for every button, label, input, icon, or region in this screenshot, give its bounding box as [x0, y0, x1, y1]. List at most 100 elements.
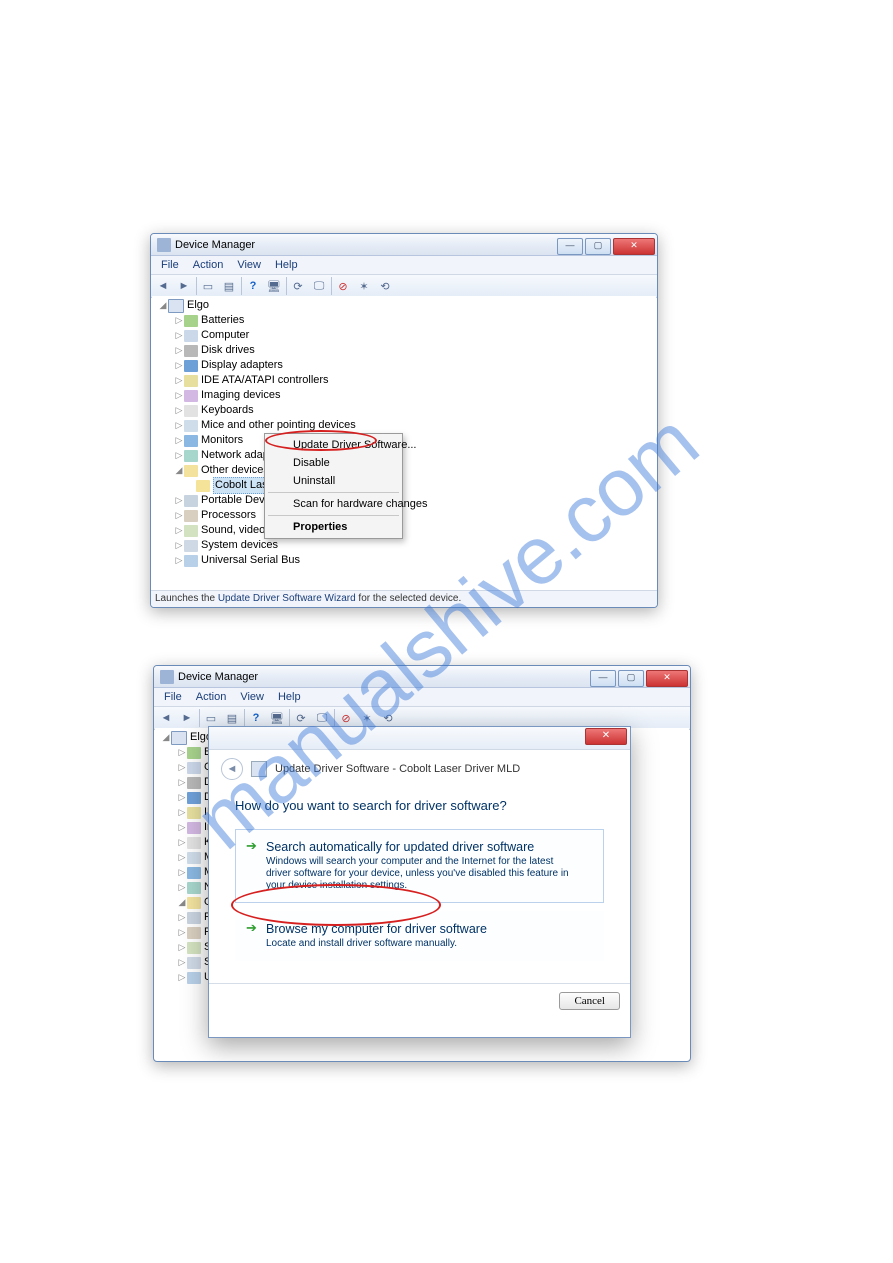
titlebar[interactable]: Device Manager — ▢ ✕ — [154, 666, 690, 688]
tree-item[interactable]: Monitors — [201, 433, 243, 448]
expand-icon[interactable]: ▷ — [177, 970, 187, 985]
tree-item[interactable]: Disk drives — [201, 343, 255, 358]
ctx-uninstall[interactable]: Uninstall — [267, 472, 400, 490]
tree-item[interactable]: Processors — [201, 508, 256, 523]
forward-button[interactable]: ► — [174, 277, 195, 295]
expand-icon[interactable]: ▷ — [177, 820, 187, 835]
close-button[interactable]: ✕ — [585, 728, 627, 745]
help-icon[interactable]: ? — [246, 709, 267, 727]
tree-item[interactable]: Mice and other pointing devices — [201, 418, 356, 433]
expand-icon[interactable]: ▷ — [177, 835, 187, 850]
ctx-update-driver[interactable]: Update Driver Software... — [267, 436, 400, 454]
expand-icon[interactable]: ▷ — [177, 925, 187, 940]
dialog-titlebar[interactable]: ✕ — [209, 727, 630, 750]
expand-icon[interactable]: ▷ — [177, 910, 187, 925]
scan-hw-icon[interactable]: ⟲ — [375, 277, 396, 295]
expand-icon[interactable]: ▷ — [174, 418, 184, 433]
expand-icon[interactable]: ▷ — [177, 955, 187, 970]
scan-icon[interactable]: 🖥 — [267, 709, 288, 727]
expand-icon[interactable]: ▷ — [177, 760, 187, 775]
expand-icon[interactable]: ▷ — [174, 448, 184, 463]
properties-icon[interactable]: ▤ — [219, 277, 240, 295]
back-icon[interactable]: ◄ — [221, 758, 243, 780]
expand-icon[interactable]: ▷ — [177, 745, 187, 760]
expand-icon[interactable]: ▷ — [174, 493, 184, 508]
ctx-scan[interactable]: Scan for hardware changes — [267, 495, 400, 513]
disable-icon[interactable]: ⊘ — [333, 277, 354, 295]
expand-icon[interactable]: ▷ — [174, 313, 184, 328]
tree-item[interactable]: Computer — [201, 328, 249, 343]
expand-icon[interactable]: ▷ — [174, 433, 184, 448]
back-button[interactable]: ◄ — [156, 709, 177, 727]
enable-icon[interactable]: ✶ — [357, 709, 378, 727]
tree-item[interactable]: Imaging devices — [201, 388, 281, 403]
menu-file[interactable]: File — [158, 690, 188, 704]
forward-button[interactable]: ► — [177, 709, 198, 727]
expand-icon[interactable]: ▷ — [177, 850, 187, 865]
menu-view[interactable]: View — [234, 690, 270, 704]
tree-item[interactable]: IDE ATA/ATAPI controllers — [201, 373, 329, 388]
menu-file[interactable]: File — [155, 258, 185, 272]
maximize-button[interactable]: ▢ — [618, 670, 644, 687]
close-button[interactable]: ✕ — [646, 670, 688, 687]
cancel-button[interactable]: Cancel — [559, 992, 620, 1010]
show-hide-tree-icon[interactable]: ▭ — [198, 277, 219, 295]
expand-icon[interactable]: ▷ — [174, 358, 184, 373]
expand-icon[interactable]: ▷ — [177, 940, 187, 955]
expand-icon[interactable]: ▷ — [177, 790, 187, 805]
expand-icon[interactable]: ▷ — [174, 403, 184, 418]
update-driver-icon[interactable]: ⟳ — [288, 277, 309, 295]
collapse-icon[interactable]: ◢ — [158, 298, 168, 313]
collapse-icon[interactable]: ◢ — [161, 730, 171, 745]
imaging-icon — [187, 822, 201, 834]
enable-icon[interactable]: ✶ — [354, 277, 375, 295]
maximize-button[interactable]: ▢ — [585, 238, 611, 255]
menu-action[interactable]: Action — [187, 258, 230, 272]
expand-icon[interactable]: ▷ — [174, 538, 184, 553]
separator — [268, 492, 399, 493]
tree-item[interactable]: Keyboards — [201, 403, 254, 418]
expand-icon[interactable]: ▷ — [174, 553, 184, 568]
menu-view[interactable]: View — [231, 258, 267, 272]
tree-item-other[interactable]: Other devices — [201, 463, 269, 478]
menu-help[interactable]: Help — [269, 258, 304, 272]
collapse-icon[interactable]: ◢ — [174, 463, 184, 478]
minimize-button[interactable]: — — [557, 238, 583, 255]
option-search-auto[interactable]: ➔ Search automatically for updated drive… — [235, 829, 604, 903]
help-icon[interactable]: ? — [243, 277, 264, 295]
expand-icon[interactable]: ▷ — [177, 880, 187, 895]
expand-icon[interactable]: ▷ — [174, 343, 184, 358]
disable-icon[interactable]: ⊘ — [336, 709, 357, 727]
titlebar[interactable]: Device Manager — ▢ ✕ — [151, 234, 657, 256]
tree-item[interactable]: Universal Serial Bus — [201, 553, 300, 568]
option-browse-manual[interactable]: ➔ Browse my computer for driver software… — [235, 911, 604, 961]
expand-icon[interactable]: ▷ — [177, 865, 187, 880]
properties-icon[interactable]: ▤ — [222, 709, 243, 727]
tree-root[interactable]: Elgo — [187, 298, 209, 313]
expand-icon[interactable]: ▷ — [174, 373, 184, 388]
status-link[interactable]: Update Driver Software Wizard — [218, 593, 356, 604]
collapse-icon[interactable]: ◢ — [177, 895, 187, 910]
close-button[interactable]: ✕ — [613, 238, 655, 255]
scan-hw-icon[interactable]: ⟲ — [378, 709, 399, 727]
tree-item[interactable]: Display adapters — [201, 358, 283, 373]
expand-icon[interactable]: ▷ — [174, 523, 184, 538]
minimize-button[interactable]: — — [590, 670, 616, 687]
back-button[interactable]: ◄ — [153, 277, 174, 295]
ctx-properties[interactable]: Properties — [267, 518, 400, 536]
expand-icon[interactable]: ▷ — [174, 328, 184, 343]
tree-item[interactable]: Batteries — [201, 313, 244, 328]
menu-help[interactable]: Help — [272, 690, 307, 704]
scan-icon[interactable]: 🖥 — [264, 277, 285, 295]
uninstall-icon[interactable]: 🖵 — [309, 277, 330, 295]
tree-item[interactable]: System devices — [201, 538, 278, 553]
expand-icon[interactable]: ▷ — [174, 508, 184, 523]
expand-icon[interactable]: ▷ — [177, 775, 187, 790]
update-driver-icon[interactable]: ⟳ — [291, 709, 312, 727]
expand-icon[interactable]: ▷ — [174, 388, 184, 403]
ctx-disable[interactable]: Disable — [267, 454, 400, 472]
show-hide-tree-icon[interactable]: ▭ — [201, 709, 222, 727]
menu-action[interactable]: Action — [190, 690, 233, 704]
uninstall-icon[interactable]: 🖵 — [312, 709, 333, 727]
expand-icon[interactable]: ▷ — [177, 805, 187, 820]
